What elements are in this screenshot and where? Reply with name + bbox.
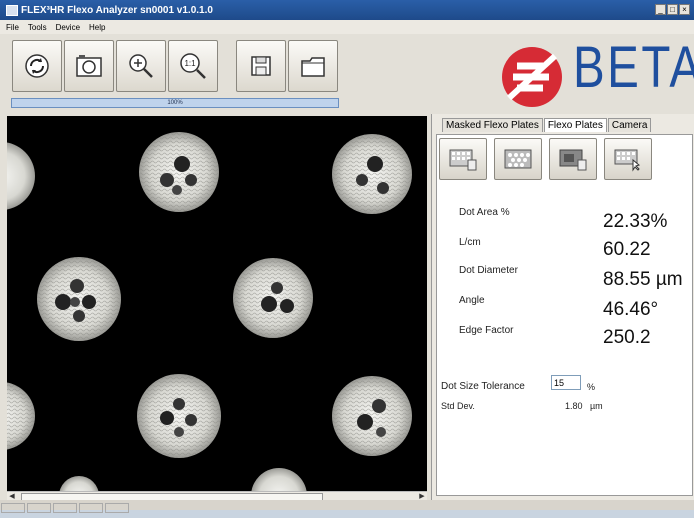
std-dev-label: Std Dev. bbox=[441, 401, 475, 411]
floppy-disk-icon bbox=[251, 56, 271, 76]
edge-factor-label: Edge Factor bbox=[459, 325, 514, 336]
app-icon bbox=[6, 4, 18, 16]
tab-masked-flexo-plates[interactable]: Masked Flexo Plates bbox=[442, 118, 543, 132]
std-dev-value: 1.80 bbox=[565, 401, 583, 411]
lcm-label: L/cm bbox=[459, 237, 481, 248]
angle-value: 46.46° bbox=[603, 299, 659, 320]
plate-mode-3-button[interactable] bbox=[549, 138, 597, 180]
minimize-button[interactable]: _ bbox=[655, 4, 666, 15]
zoom-actual-icon: 1:1 bbox=[180, 53, 206, 79]
status-cell bbox=[27, 503, 51, 513]
menu-bar: File Tools Device Help bbox=[0, 20, 694, 34]
dot-5 bbox=[137, 374, 221, 458]
save-button[interactable] bbox=[236, 40, 286, 92]
menu-file[interactable]: File bbox=[6, 23, 19, 32]
capture-button[interactable] bbox=[64, 40, 114, 92]
folder-icon bbox=[301, 57, 325, 77]
tolerance-label: Dot Size Tolerance bbox=[441, 381, 525, 392]
toolbar: 1:1 100% BETA bbox=[0, 34, 694, 114]
results-pane: Masked Flexo Plates Flexo Plates Camera … bbox=[431, 114, 694, 500]
status-cell bbox=[1, 503, 25, 513]
dot-area-label: Dot Area % bbox=[459, 207, 510, 218]
plate-select-icon bbox=[614, 149, 641, 172]
plate-dots-icon bbox=[504, 149, 532, 169]
status-bar bbox=[0, 500, 694, 513]
zoom-in-button[interactable] bbox=[116, 40, 166, 92]
zoom-in-icon bbox=[129, 54, 153, 78]
beta-logo-text: BETA bbox=[573, 35, 694, 100]
title-bar: FLEX³HR Flexo Analyzer sn0001 v1.0.1.0 _… bbox=[0, 0, 694, 20]
tab-flexo-plates[interactable]: Flexo Plates bbox=[543, 118, 607, 132]
angle-label: Angle bbox=[459, 295, 485, 306]
status-cell bbox=[53, 503, 77, 513]
image-pane: ◀ ▶ bbox=[0, 114, 431, 510]
flexo-plates-panel: Dot Area % 22.33% L/cm 60.22 Dot Diamete… bbox=[436, 134, 693, 496]
menu-tools[interactable]: Tools bbox=[28, 23, 47, 32]
zoom-actual-label: 1:1 bbox=[184, 59, 196, 68]
tab-camera[interactable]: Camera bbox=[607, 118, 652, 132]
dot-area-value: 22.33% bbox=[603, 211, 668, 232]
lcm-value: 60.22 bbox=[603, 239, 651, 260]
dot-4 bbox=[233, 258, 313, 338]
status-cell bbox=[105, 503, 129, 513]
camera-icon bbox=[76, 55, 102, 77]
plate-mask-icon bbox=[559, 149, 587, 171]
edge-factor-value: 250.2 bbox=[603, 327, 651, 348]
zoom-actual-button[interactable]: 1:1 bbox=[168, 40, 218, 92]
tab-strip: Masked Flexo Plates Flexo Plates Camera bbox=[442, 118, 652, 132]
dot-1 bbox=[139, 132, 219, 212]
window-controls: _ □ × bbox=[655, 4, 690, 15]
maximize-button[interactable]: □ bbox=[667, 4, 678, 15]
refresh-icon bbox=[25, 54, 49, 78]
dot-diameter-value: 88.55 µm bbox=[603, 269, 683, 290]
menu-device[interactable]: Device bbox=[56, 23, 80, 32]
plate-mode-4-button[interactable] bbox=[604, 138, 652, 180]
tolerance-unit: % bbox=[587, 382, 596, 392]
dot-diameter-label: Dot Diameter bbox=[459, 265, 518, 276]
close-button[interactable]: × bbox=[679, 4, 690, 15]
status-cell bbox=[79, 503, 103, 513]
tolerance-input[interactable] bbox=[551, 375, 581, 390]
plate-mode-2-button[interactable] bbox=[494, 138, 542, 180]
dot-3 bbox=[37, 257, 121, 341]
menu-help[interactable]: Help bbox=[89, 23, 105, 32]
refresh-button[interactable] bbox=[12, 40, 62, 92]
dot-2 bbox=[332, 134, 412, 214]
flexo-plate-image[interactable] bbox=[7, 116, 427, 491]
open-button[interactable] bbox=[288, 40, 338, 92]
flexo-dots-image bbox=[7, 116, 427, 491]
std-dev-unit: µm bbox=[590, 401, 603, 411]
beta-logo-mark bbox=[502, 47, 562, 107]
plate-grid-icon bbox=[449, 149, 477, 171]
plate-mode-1-button[interactable] bbox=[439, 138, 487, 180]
beta-logo: BETA bbox=[497, 35, 694, 110]
dot-6 bbox=[332, 376, 412, 456]
progress-bar: 100% bbox=[11, 98, 339, 108]
window-title: FLEX³HR Flexo Analyzer sn0001 v1.0.1.0 bbox=[21, 4, 213, 16]
